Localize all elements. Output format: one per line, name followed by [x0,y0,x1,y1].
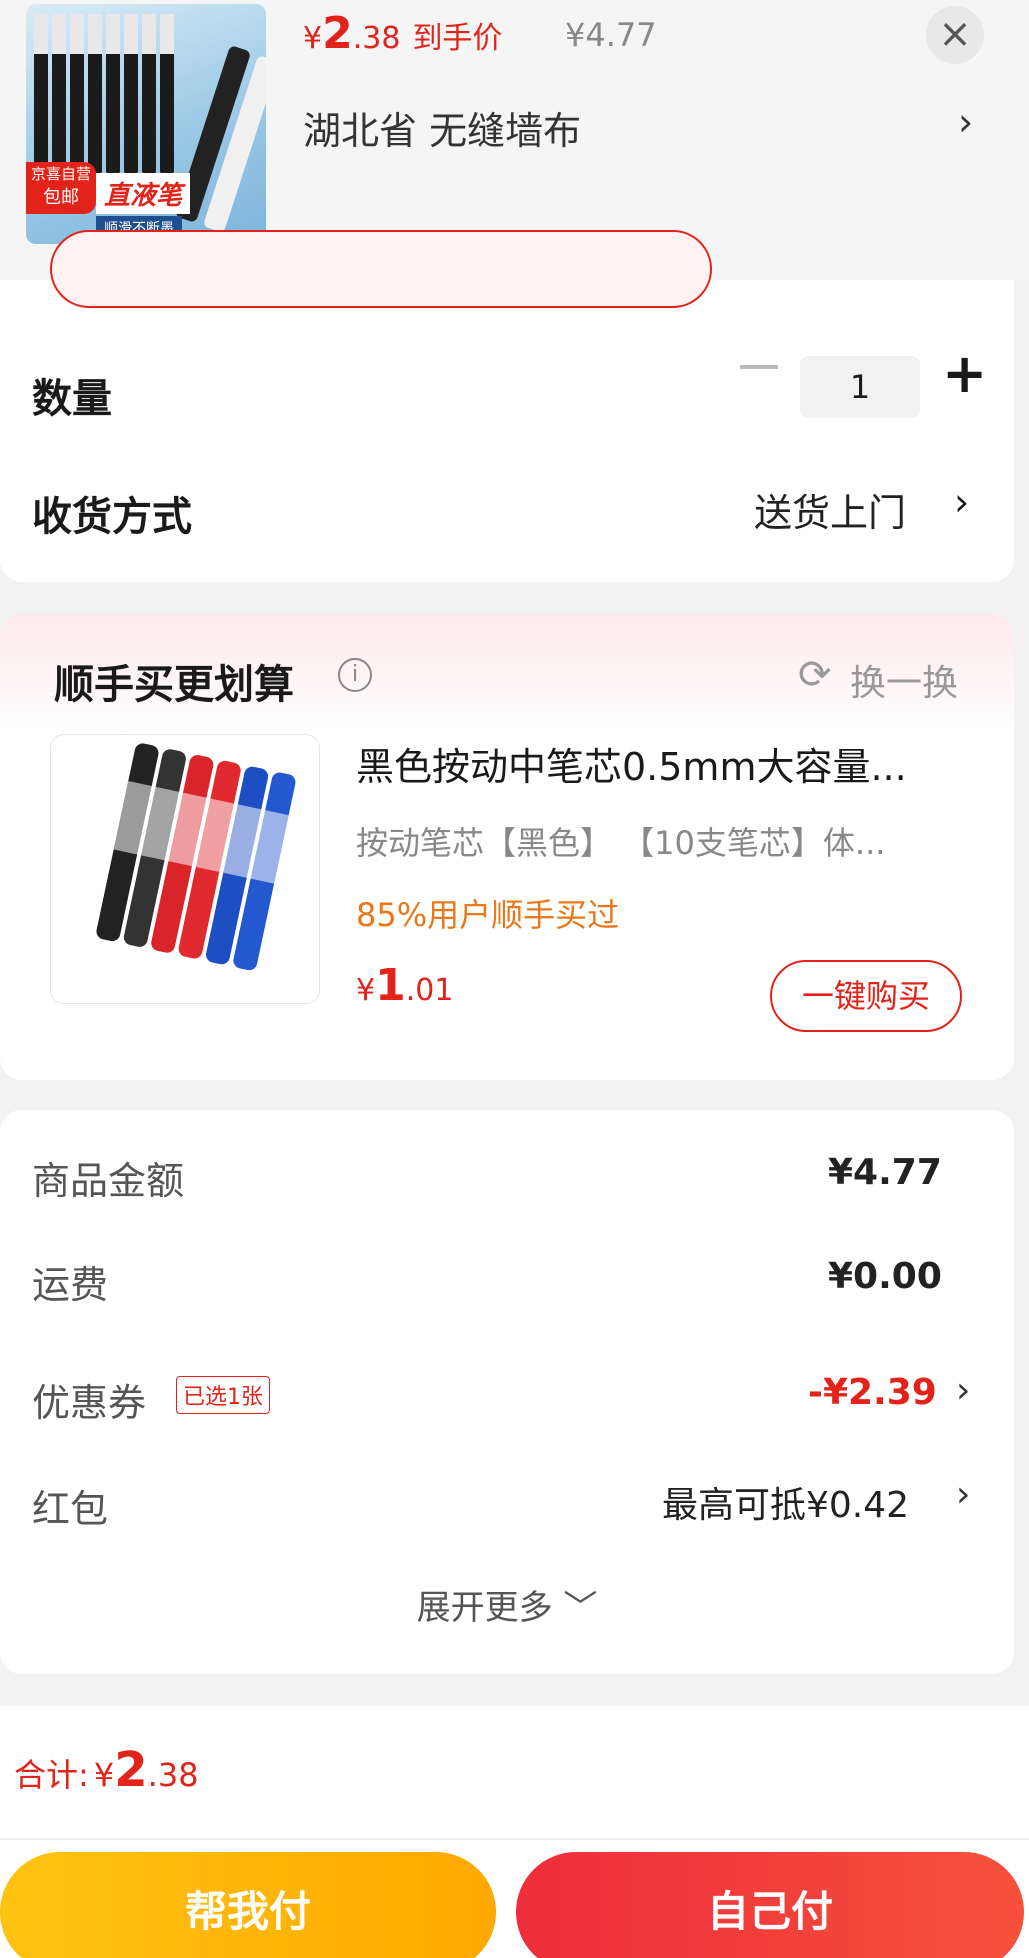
checkout-bar: 合计: ¥2.38 帮我付 自己付 [0,1706,1029,1958]
total-label: 合计: [14,1756,89,1794]
chevron-right-icon[interactable]: › [958,100,973,144]
thumb-label: 直液笔 [96,173,191,214]
fee-breakdown-panel: 商品金额 ¥4.77 运费 ¥0.00 优惠券 已选1张 -¥2.39 › 红包… [0,1110,1014,1674]
goods-amount-value: ¥4.77 [828,1152,942,1193]
total-integer: 2 [114,1742,148,1798]
one-click-buy-button[interactable]: 一键购买 [770,960,962,1032]
close-icon[interactable]: × [926,6,984,64]
help-me-pay-button[interactable]: 帮我付 [0,1852,496,1958]
self-pay-button[interactable]: 自己付 [516,1852,1024,1958]
price-currency: ¥ [356,973,376,1008]
coupon-selected-badge: 已选1张 [176,1376,270,1414]
price-integer: 1 [375,960,406,1011]
partially-hidden-button[interactable] [50,230,712,308]
addon-recommendation-panel: 顺手买更划算 i ⟳ 换一换 黑色按动中笔芯0.5mm大容量... 按动笔芯【黑… [0,614,1014,1080]
delivery-address[interactable]: 湖北省 无缝墙布 [303,100,581,155]
redpacket-value[interactable]: 最高可抵¥0.42 [662,1476,909,1528]
original-price: ¥4.77 [565,16,657,54]
refresh-icon[interactable]: ⟳ [798,652,832,698]
chevron-right-icon[interactable]: › [956,1370,970,1411]
addon-social-proof: 85%用户顺手买过 [356,896,620,934]
freight-label: 运费 [32,1263,109,1307]
price-decimal: .01 [405,973,454,1008]
final-price: ¥2.38 到手价 [303,8,502,59]
price-decimal: .38 [352,21,401,56]
pens-illustration [96,743,296,971]
badge-bottom-text: 包邮 [43,187,79,208]
redpacket-label: 红包 [32,1487,109,1531]
shipping-method-label: 收货方式 [32,494,192,540]
quantity-input[interactable]: 1 [800,356,920,418]
total-currency: ¥ [93,1756,115,1794]
shipping-badge: 京喜自营 包邮 [26,162,96,214]
shipping-method-value[interactable]: 送货上门 [754,482,906,537]
addon-price: ¥1.01 [356,960,453,1011]
quantity-plus-button[interactable]: + [942,342,987,405]
expand-more-button[interactable]: 展开更多 ﹀ [0,1580,1014,1629]
info-icon[interactable]: i [338,658,372,692]
price-integer: 2 [322,8,353,59]
coupon-value[interactable]: -¥2.39 [808,1372,937,1413]
chevron-right-icon[interactable]: › [954,480,969,524]
price-label: 到手价 [412,21,503,56]
addon-product-spec: 按动笔芯【黑色】 【10支笔芯】体... [356,824,886,862]
quantity-minus-button[interactable] [740,365,778,369]
addon-title: 顺手买更划算 [54,662,294,708]
quantity-label: 数量 [32,376,112,422]
coupon-label: 优惠券 [32,1381,147,1425]
divider [0,1838,1029,1840]
total-decimal: .38 [147,1756,199,1794]
total-amount: 合计: ¥2.38 [14,1742,199,1798]
addon-product-image[interactable] [50,734,320,1004]
badge-top-text: 京喜自营 [30,165,91,183]
freight-value: ¥0.00 [828,1256,942,1297]
product-thumbnail: 京喜自营 包邮 直液笔 顺滑不断墨 [26,4,266,244]
chevron-right-icon[interactable]: › [956,1474,970,1515]
price-currency: ¥ [303,21,323,56]
order-options-panel: 数量 1 + 收货方式 送货上门 › [0,230,1014,582]
refresh-button[interactable]: 换一换 [850,654,958,706]
goods-amount-label: 商品金额 [32,1159,185,1203]
addon-product-title[interactable]: 黑色按动中笔芯0.5mm大容量... [356,736,956,791]
